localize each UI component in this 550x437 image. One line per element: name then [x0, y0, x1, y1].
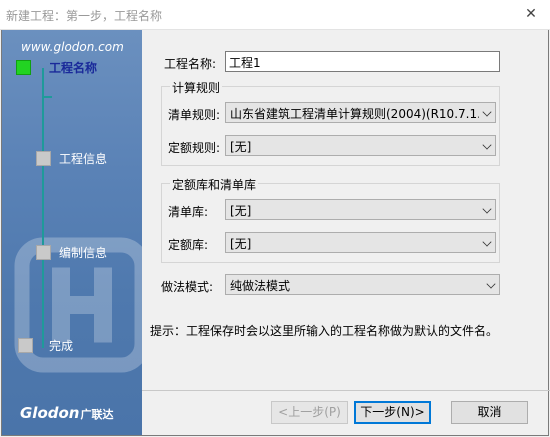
chevron-down-icon	[482, 107, 492, 117]
library-legend: 定额库和清单库	[170, 176, 259, 193]
method-select[interactable]: 纯做法模式	[225, 274, 500, 295]
title-bar: 新建工程：第一步，工程名称 ✕	[0, 0, 550, 30]
step-tick	[42, 96, 52, 98]
step-indicator	[36, 244, 51, 260]
step-label: 完成	[49, 338, 74, 353]
project-name-input[interactable]: 工程1	[225, 51, 500, 72]
method-label: 做法模式:	[161, 280, 214, 294]
next-button[interactable]: 下一步(N)>	[354, 401, 431, 424]
dropdown-arrow	[479, 103, 495, 122]
quota-rule-value: [无]	[230, 140, 252, 154]
button-bar: <上一步(P) 下一步(N)> 取消	[142, 390, 550, 435]
close-icon[interactable]: ✕	[520, 3, 542, 25]
quota-rule-label: 定额规则:	[168, 141, 221, 155]
list-lib-select[interactable]: [无]	[225, 199, 496, 220]
quota-lib-select[interactable]: [无]	[225, 232, 496, 253]
list-lib-value: [无]	[230, 204, 252, 218]
step-connector	[42, 68, 44, 348]
prev-button[interactable]: <上一步(P)	[271, 401, 348, 424]
step-project-info: 工程信息	[36, 149, 107, 167]
logo-cn: 广联达	[80, 408, 114, 421]
list-lib-label: 清单库:	[168, 205, 209, 219]
step-indicator	[16, 59, 31, 75]
step-compile-info: 编制信息	[36, 243, 107, 261]
chevron-down-icon	[482, 140, 492, 150]
quota-lib-value: [无]	[230, 237, 252, 251]
dropdown-arrow	[479, 200, 495, 219]
chevron-down-icon	[482, 237, 492, 247]
hint-text: 提示：工程保存时会以这里所输入的工程名称做为默认的文件名。	[150, 324, 499, 338]
step-finish: 完成	[18, 336, 73, 354]
quota-rule-select[interactable]: [无]	[225, 135, 496, 156]
chevron-down-icon	[486, 279, 496, 289]
step-label: 编制信息	[59, 245, 108, 260]
project-name-label: 工程名称:	[164, 57, 217, 71]
wizard-frame: www.glodon.com 工程名称 工程信息 编制信息 完成 Glodon广…	[1, 30, 550, 436]
cancel-button[interactable]: 取消	[451, 401, 528, 424]
method-value: 纯做法模式	[230, 279, 291, 293]
list-rule-select[interactable]: 山东省建筑工程清单计算规则(2004)(R10.7.1.	[225, 102, 496, 123]
step-indicator	[36, 150, 51, 166]
calc-rules-legend: 计算规则	[170, 79, 223, 96]
dropdown-arrow	[479, 136, 495, 155]
wizard-sidebar: www.glodon.com 工程名称 工程信息 编制信息 完成 Glodon广…	[2, 30, 142, 435]
dropdown-arrow	[479, 233, 495, 252]
list-rule-label: 清单规则:	[168, 108, 221, 122]
step-label: 工程名称	[49, 60, 98, 75]
project-name-value: 工程1	[229, 56, 261, 70]
step-project-name: 工程名称	[16, 58, 97, 76]
glodon-logo: Glodon广联达	[20, 404, 113, 422]
dropdown-arrow	[483, 275, 499, 294]
website-url: www.glodon.com	[21, 40, 124, 54]
logo-text: Glodon	[20, 404, 80, 422]
chevron-down-icon	[482, 204, 492, 214]
step-label: 工程信息	[59, 151, 108, 166]
window-title: 新建工程：第一步，工程名称	[6, 9, 163, 23]
wizard-content: 工程名称: 工程1 计算规则 清单规则: 山东省建筑工程清单计算规则(2004)…	[142, 30, 550, 390]
quota-lib-label: 定额库:	[168, 238, 209, 252]
step-indicator	[18, 337, 33, 353]
list-rule-value: 山东省建筑工程清单计算规则(2004)(R10.7.1.	[230, 107, 481, 121]
